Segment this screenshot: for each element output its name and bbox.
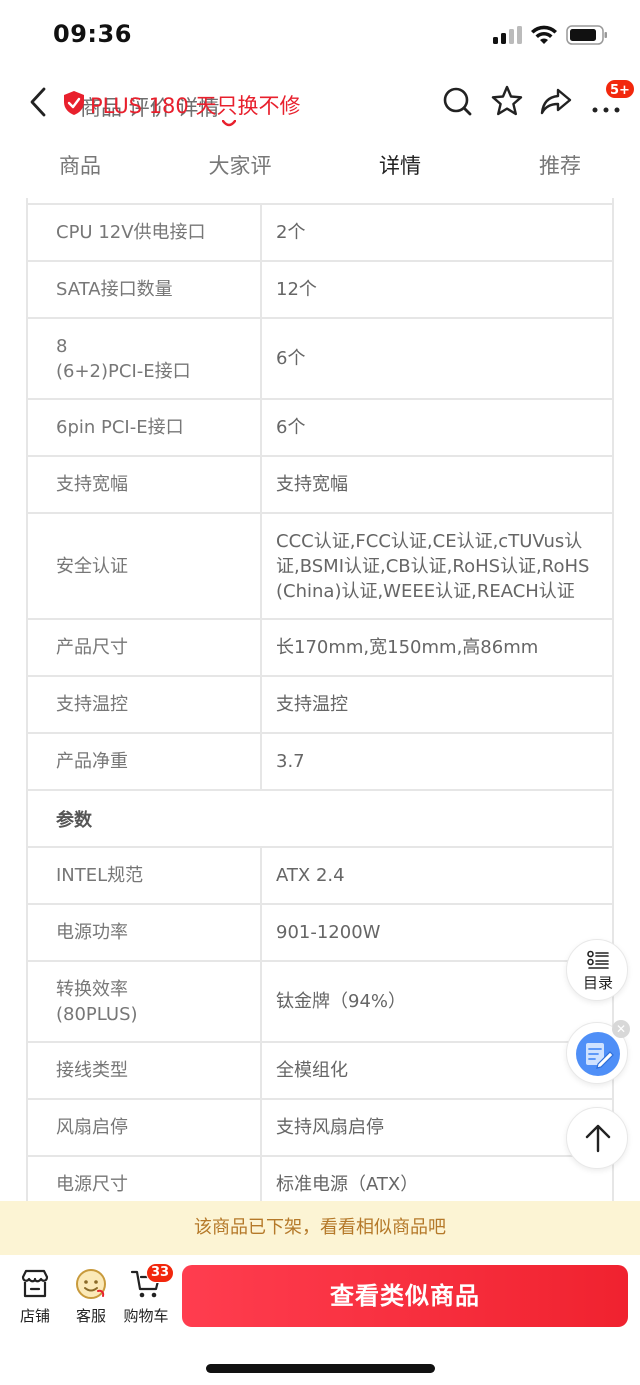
- table-row: 产品尺寸 长170mm,宽150mm,高86mm: [28, 620, 612, 677]
- nav-header: 商品 评价 详情 PLUS 180 天只换不修: [0, 72, 640, 134]
- offshelf-notice: 该商品已下架，看看相似商品吧: [0, 1201, 640, 1255]
- table-row: 6pin PCI-E接口 6个: [28, 400, 612, 457]
- table-row: 接线类型 全模组化: [28, 1043, 612, 1100]
- spec-key: INTEL规范: [28, 848, 262, 903]
- spec-value: 支持宽幅: [276, 474, 348, 495]
- spec-value: ATX 2.4: [276, 865, 345, 886]
- tab-recommend[interactable]: 推荐: [480, 140, 640, 192]
- shop-icon: [21, 1269, 49, 1298]
- list-icon: [587, 950, 609, 969]
- status-time: 09:36: [53, 20, 132, 48]
- customer-service-button[interactable]: 客服: [64, 1267, 118, 1326]
- spec-key: 电源尺寸: [28, 1157, 262, 1203]
- spec-value: 支持温控: [276, 694, 348, 715]
- shop-label: 店铺: [19, 1307, 50, 1325]
- shield-check-icon: [64, 91, 84, 115]
- spec-key: 8 (6+2)PCI-E接口: [28, 319, 262, 398]
- table-row: 支持宽幅 支持宽幅: [28, 457, 612, 514]
- arrow-up-icon: [585, 1124, 611, 1153]
- tab-product[interactable]: 商品: [0, 140, 160, 192]
- message-badge: 5+: [604, 78, 636, 100]
- plus-service-text[interactable]: PLUS 180 天只换不修: [90, 90, 300, 120]
- table-row: CPU 12V供电接口 2个: [28, 205, 612, 262]
- table-row: SATA接口数量 12个: [28, 262, 612, 319]
- spec-key: SATA接口数量: [28, 262, 262, 317]
- table-row: 电源功率 901-1200W: [28, 905, 612, 962]
- table-row: 电源尺寸 标准电源（ATX）: [28, 1157, 612, 1203]
- table-row: 产品净重 3.7: [28, 734, 612, 791]
- spec-key: CPU 12V供电接口: [28, 205, 262, 260]
- spec-key: 转换效率 (80PLUS): [28, 962, 262, 1041]
- home-indicator[interactable]: [206, 1364, 435, 1373]
- spec-value: CCC认证,FCC认证,CE认证,cTUVus认证,BSMI认证,CB认证,Ro…: [276, 530, 590, 602]
- shop-button[interactable]: 店铺: [8, 1267, 62, 1326]
- tab-reviews[interactable]: 大家评: [160, 140, 320, 192]
- cart-label: 购物车: [123, 1307, 169, 1325]
- spec-key: 产品尺寸: [28, 620, 262, 675]
- spec-value: 标准电源（ATX）: [276, 1174, 419, 1195]
- customer-service-label: 客服: [75, 1307, 106, 1325]
- spec-value: 长170mm,宽150mm,高86mm: [276, 637, 539, 658]
- close-note-icon[interactable]: ✕: [612, 1020, 630, 1038]
- cellular-signal-icon: [493, 26, 523, 44]
- search-icon[interactable]: [440, 84, 474, 118]
- spec-value: 3.7: [276, 751, 305, 772]
- back-icon[interactable]: [22, 84, 58, 120]
- spec-key: 支持温控: [28, 677, 262, 732]
- spec-key: 电源功率: [28, 905, 262, 960]
- spec-value: 6个: [276, 417, 306, 438]
- table-row: 风扇启停 支持风扇启停: [28, 1100, 612, 1157]
- spec-key: 支持宽幅: [28, 457, 262, 512]
- spec-value: 钛金牌（94%）: [276, 991, 407, 1012]
- spec-key: 接线类型: [28, 1043, 262, 1098]
- spec-value: 支持风扇启停: [276, 1117, 384, 1138]
- spec-value: 12个: [276, 279, 317, 300]
- toc-button[interactable]: 目录: [566, 939, 628, 1001]
- note-pencil-icon: [576, 1032, 620, 1076]
- favorite-star-icon[interactable]: [490, 84, 524, 118]
- cart-count-badge: 33: [146, 1263, 175, 1283]
- nav-title-area: 商品 评价 详情 PLUS 180 天只换不修: [62, 86, 322, 127]
- table-section-header: 参数: [28, 791, 612, 848]
- status-bar: 09:36: [0, 0, 640, 72]
- spec-key: 6pin PCI-E接口: [28, 400, 262, 455]
- table-row: 8 (6+2)PCI-E接口 6个: [28, 319, 612, 400]
- share-icon[interactable]: [539, 84, 573, 118]
- spec-key: 风扇启停: [28, 1100, 262, 1155]
- customer-service-icon: [76, 1269, 106, 1299]
- spec-key: 产品净重: [28, 734, 262, 789]
- view-similar-button[interactable]: 查看类似商品: [182, 1265, 628, 1327]
- table-row: 转换效率 (80PLUS) 钛金牌（94%）: [28, 962, 612, 1043]
- spec-value: 全模组化: [276, 1060, 348, 1081]
- spec-value: 2个: [276, 222, 306, 243]
- tab-bar: 商品 大家评 详情 推荐: [0, 140, 640, 192]
- tab-details[interactable]: 详情: [320, 140, 480, 192]
- section-title: 参数: [56, 809, 92, 831]
- battery-icon: [566, 25, 607, 45]
- table-row-partial: [28, 198, 612, 205]
- toc-label: 目录: [582, 974, 613, 992]
- table-row: 安全认证 CCC认证,FCC认证,CE认证,cTUVus认证,BSMI认证,CB…: [28, 514, 612, 620]
- spec-key: 安全认证: [28, 514, 262, 618]
- back-to-top-button[interactable]: [566, 1107, 628, 1169]
- spec-value: 6个: [276, 348, 306, 369]
- wifi-icon: [531, 25, 557, 44]
- table-row: 支持温控 支持温控: [28, 677, 612, 734]
- table-row: INTEL规范 ATX 2.4: [28, 848, 612, 905]
- spec-table: CPU 12V供电接口 2个 SATA接口数量 12个 8 (6+2)PCI-E…: [26, 198, 614, 1203]
- active-tab-indicator-icon: [222, 120, 236, 127]
- spec-value: 901-1200W: [276, 922, 381, 943]
